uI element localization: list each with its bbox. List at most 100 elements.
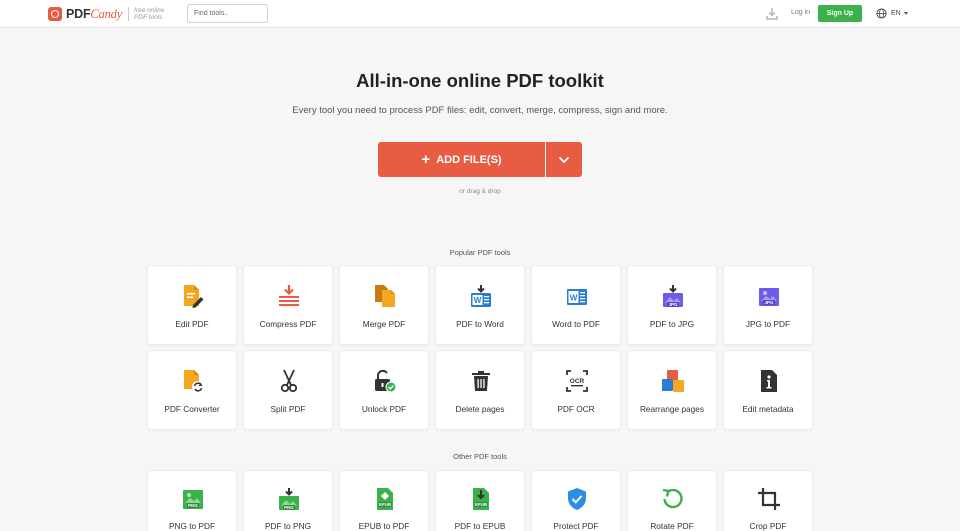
other-tools-heading: Other PDF tools <box>453 452 507 461</box>
tool-label: PDF to JPG <box>649 319 695 329</box>
login-link[interactable]: Log in <box>791 9 810 16</box>
chevron-down-icon <box>903 12 908 15</box>
svg-text:JPG: JPG <box>668 302 678 307</box>
tool-pdf-converter[interactable]: PDF Converter <box>147 350 237 430</box>
unlock-icon <box>375 369 397 393</box>
logo-text-pdf: PDF <box>66 6 91 21</box>
tool-label: Rearrange pages <box>639 404 705 414</box>
logo-tagline-line2: PDF tools <box>134 14 163 21</box>
tool-label: PDF Converter <box>164 404 220 414</box>
tool-compress-pdf[interactable]: Compress PDF <box>243 265 333 345</box>
tool-split-pdf[interactable]: Split PDF <box>243 350 333 430</box>
tool-label: Edit metadata <box>742 404 794 414</box>
scissors-icon <box>280 369 298 393</box>
tool-unlock-pdf[interactable]: Unlock PDF <box>339 350 429 430</box>
tool-label: Protect PDF <box>553 521 599 531</box>
tool-delete-pages[interactable]: Delete pages <box>435 350 525 430</box>
shield-icon <box>568 488 586 510</box>
page-title: All-in-one online PDF toolkit <box>356 70 604 91</box>
popular-tools-heading: Popular PDF tools <box>449 248 511 257</box>
tool-label: Compress PDF <box>259 319 317 329</box>
epub-to-pdf-icon: EPUB <box>377 488 393 510</box>
rotate-icon <box>662 488 683 509</box>
add-files-label: ADD FILE(S) <box>436 153 502 166</box>
pdf-to-jpg-icon: JPG <box>663 285 683 307</box>
tool-label: Edit PDF <box>175 319 209 329</box>
svg-text:EPUB: EPUB <box>475 502 487 507</box>
svg-text:PNG: PNG <box>284 505 294 510</box>
tool-protect-pdf[interactable]: Protect PDF <box>531 470 621 531</box>
logo-text-candy: Candy <box>90 6 123 21</box>
logo-text: PDFCandy <box>66 7 122 22</box>
logo-tagline: free online PDF tools <box>134 7 164 21</box>
tool-pdf-to-png[interactable]: PNG PDF to PNG <box>243 470 333 531</box>
tool-label: Crop PDF <box>749 521 787 531</box>
tool-label: PNG to PDF <box>168 521 216 531</box>
logo[interactable]: PDFCandy free online PDF tools <box>48 6 164 22</box>
tool-pdf-to-jpg[interactable]: JPG PDF to JPG <box>627 265 717 345</box>
tool-label: Delete pages <box>455 404 505 414</box>
info-icon <box>761 370 777 392</box>
tool-jpg-to-pdf[interactable]: JPG JPG to PDF <box>723 265 813 345</box>
tool-epub-to-pdf[interactable]: EPUB EPUB to PDF <box>339 470 429 531</box>
logo-icon <box>48 7 62 21</box>
tool-label: JPG to PDF <box>745 319 791 329</box>
tool-pdf-to-word[interactable]: W PDF to Word <box>435 265 525 345</box>
svg-text:W: W <box>474 296 482 305</box>
tool-edit-pdf[interactable]: Edit PDF <box>147 265 237 345</box>
tool-merge-pdf[interactable]: Merge PDF <box>339 265 429 345</box>
tool-label: Merge PDF <box>362 319 406 329</box>
page-subtitle: Every tool you need to process PDF files… <box>292 105 668 116</box>
trash-icon <box>472 371 490 391</box>
svg-text:W: W <box>570 294 578 303</box>
language-label: EN <box>891 10 901 17</box>
tool-rotate-pdf[interactable]: Rotate PDF <box>627 470 717 531</box>
tool-rearrange-pages[interactable]: Rearrange pages <box>627 350 717 430</box>
search-input[interactable] <box>187 4 268 23</box>
tool-png-to-pdf[interactable]: PNG PNG to PDF <box>147 470 237 531</box>
tool-pdf-ocr[interactable]: OCR PDF OCR <box>531 350 621 430</box>
word-to-pdf-icon: W <box>567 289 587 305</box>
tool-label: Split PDF <box>270 404 306 414</box>
merge-pdf-icon <box>375 285 395 307</box>
globe-icon <box>876 8 887 19</box>
jpg-to-pdf-icon: JPG <box>759 288 779 306</box>
tool-word-to-pdf[interactable]: W Word to PDF <box>531 265 621 345</box>
pdf-to-word-icon: W <box>471 285 491 307</box>
crop-icon <box>758 488 780 510</box>
signup-button[interactable]: Sign Up <box>818 5 862 22</box>
tool-label: PDF to PNG <box>264 521 312 531</box>
pdf-to-png-icon: PNG <box>279 488 299 510</box>
svg-text:JPG: JPG <box>764 300 774 305</box>
rearrange-icon <box>662 370 684 392</box>
svg-text:PNG: PNG <box>188 503 198 508</box>
compress-pdf-icon <box>279 285 299 306</box>
language-selector[interactable]: EN <box>876 8 908 19</box>
tool-label: PDF to Word <box>456 319 504 329</box>
tool-label: Unlock PDF <box>361 404 407 414</box>
edit-pdf-icon <box>184 285 204 308</box>
logo-divider <box>128 7 130 21</box>
add-files-dropdown-button[interactable] <box>546 142 582 177</box>
tool-crop-pdf[interactable]: Crop PDF <box>723 470 813 531</box>
ocr-icon: OCR <box>566 370 588 392</box>
drag-drop-hint: or drag & drop <box>459 188 501 195</box>
chevron-down-icon <box>558 156 570 163</box>
tool-edit-metadata[interactable]: Edit metadata <box>723 350 813 430</box>
pdf-converter-icon <box>184 370 204 393</box>
png-to-pdf-icon: PNG <box>183 490 203 509</box>
tool-label: PDF OCR <box>557 404 595 414</box>
tool-label: Word to PDF <box>552 319 600 329</box>
pdf-to-epub-icon: EPUB <box>473 488 489 510</box>
logo-tagline-line1: free online <box>134 7 165 14</box>
plus-icon: + <box>421 151 431 168</box>
download-icon[interactable] <box>766 7 778 20</box>
svg-text:OCR: OCR <box>570 378 585 385</box>
top-bar: PDFCandy free online PDF tools Log in Si… <box>0 0 960 28</box>
add-files-button[interactable]: + ADD FILE(S) <box>378 142 545 177</box>
svg-text:EPUB: EPUB <box>379 502 391 507</box>
tool-label: Rotate PDF <box>650 521 694 531</box>
tool-label: PDF to EPUB <box>454 521 506 531</box>
tool-pdf-to-epub[interactable]: EPUB PDF to EPUB <box>435 470 525 531</box>
tool-label: EPUB to PDF <box>358 521 410 531</box>
